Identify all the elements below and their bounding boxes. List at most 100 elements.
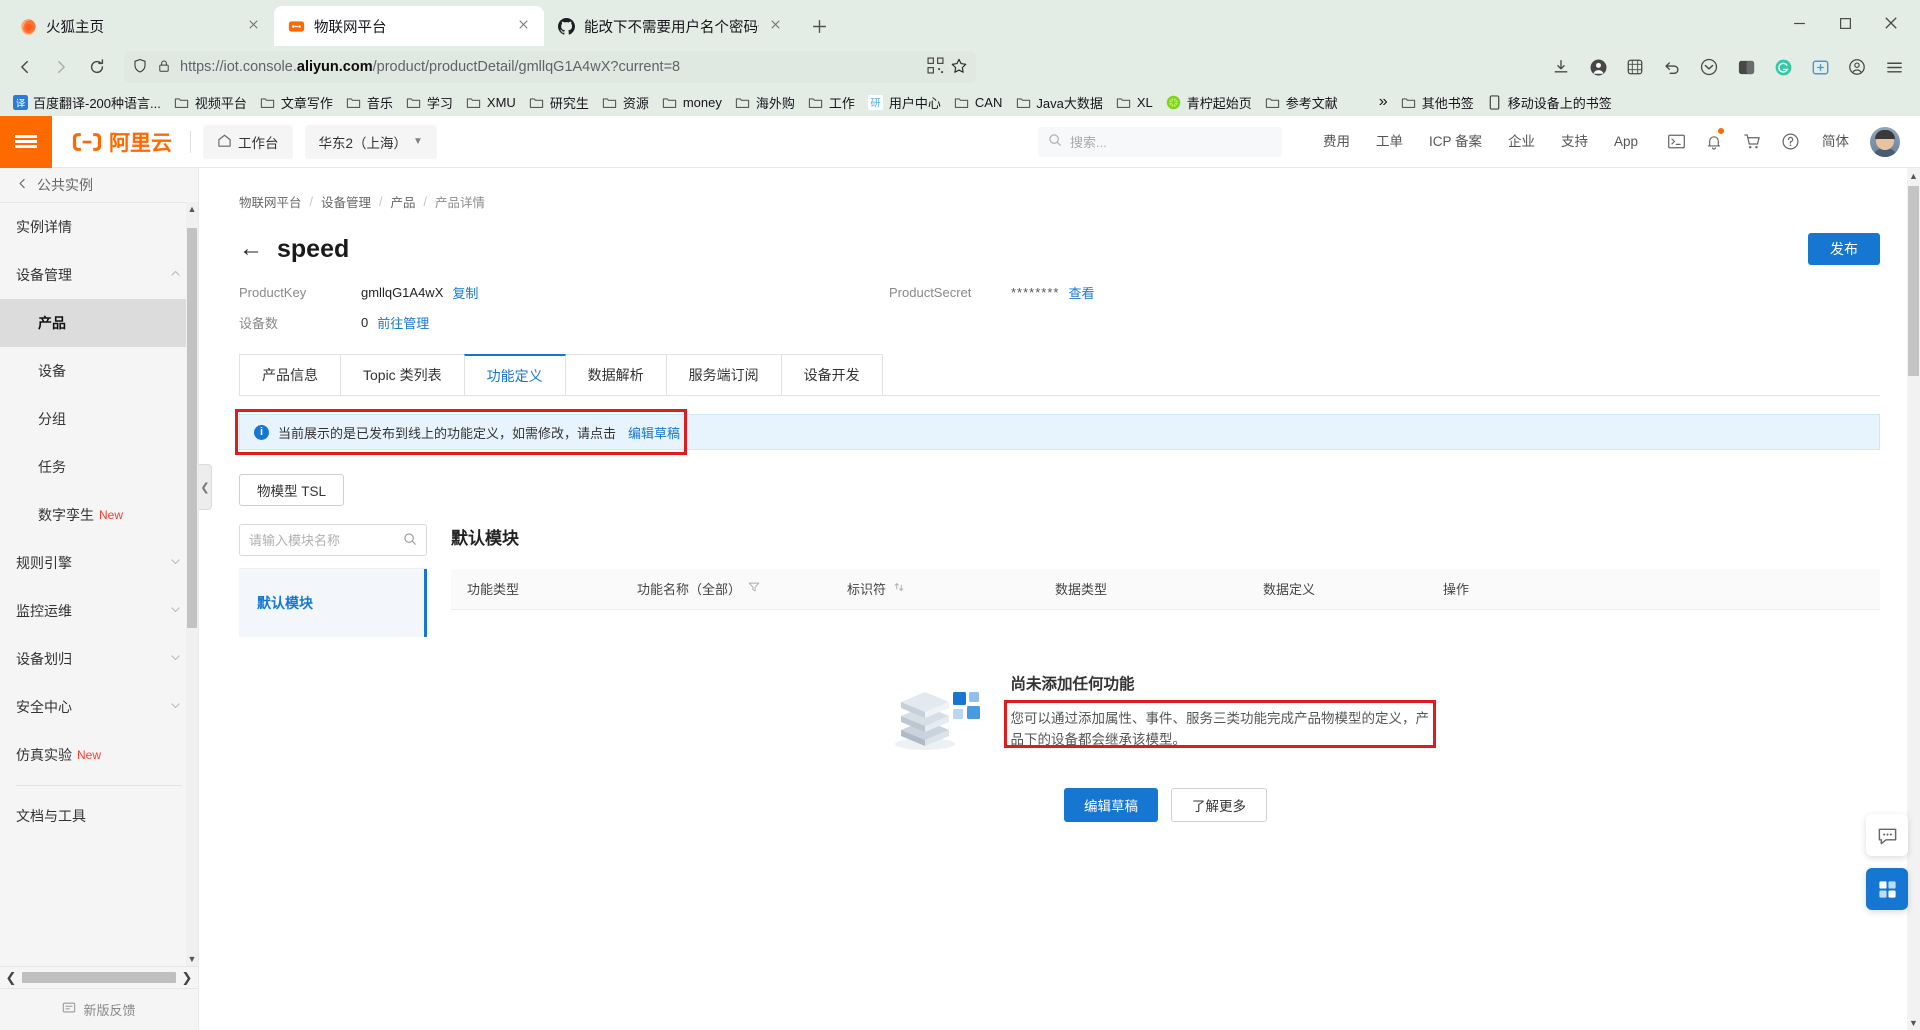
close-icon[interactable]: [768, 17, 786, 35]
bookmark-item[interactable]: 视频平台: [168, 90, 253, 115]
tab-topic-list[interactable]: Topic 类列表: [340, 354, 465, 395]
sidebar-collapse-handle[interactable]: ❮: [199, 464, 212, 510]
page-vertical-scrollbar[interactable]: ▲ ▼: [1907, 168, 1920, 1030]
scroll-thumb[interactable]: [22, 972, 176, 983]
shield-icon[interactable]: [132, 58, 148, 77]
bookmark-item[interactable]: 文章写作: [254, 90, 339, 115]
nav-ticket[interactable]: 工单: [1363, 116, 1416, 168]
sidebar-item-simulation[interactable]: 仿真实验 New: [0, 731, 198, 779]
new-tab-button[interactable]: [802, 9, 836, 43]
close-icon[interactable]: [246, 17, 264, 35]
minimize-button[interactable]: [1776, 3, 1822, 43]
tab-server-subscription[interactable]: 服务端订阅: [665, 354, 782, 395]
scroll-down-button[interactable]: ▼: [1907, 1015, 1920, 1030]
tab-device-development[interactable]: 设备开发: [780, 354, 883, 395]
breadcrumb-product[interactable]: 产品: [391, 192, 416, 211]
grammarly-icon[interactable]: [1765, 51, 1801, 83]
breadcrumb-iot-platform[interactable]: 物联网平台: [239, 192, 302, 211]
tab-function-definition[interactable]: 功能定义: [463, 354, 566, 395]
th-identifier[interactable]: 标识符: [831, 569, 1039, 610]
sidebar-item-instance-detail[interactable]: 实例详情: [0, 203, 198, 251]
sidebar-item-digital-twin[interactable]: 数字孪生 New: [0, 491, 198, 539]
close-window-button[interactable]: [1868, 3, 1914, 43]
nav-app[interactable]: App: [1601, 116, 1651, 168]
workbench-button[interactable]: 工作台: [203, 124, 293, 159]
scroll-right-button[interactable]: ❯: [180, 970, 194, 986]
bookmark-item[interactable]: 资源: [596, 90, 655, 115]
bookmarks-overflow-button[interactable]: »: [1373, 90, 1394, 114]
scroll-thumb[interactable]: [1908, 186, 1919, 376]
bookmark-item[interactable]: 工作: [802, 90, 861, 115]
edit-draft-link[interactable]: 编辑草稿: [628, 423, 680, 442]
bookmark-star-icon[interactable]: [950, 57, 968, 78]
go-to-manage-link[interactable]: 前往管理: [377, 313, 429, 332]
language-selector[interactable]: 简体: [1809, 116, 1862, 168]
hamburger-icon[interactable]: [0, 115, 52, 168]
view-secret-link[interactable]: 查看: [1068, 283, 1094, 302]
qr-code-icon[interactable]: [927, 57, 944, 77]
cart-icon[interactable]: [1733, 116, 1771, 168]
bookmark-other-folder[interactable]: 其他书签: [1395, 90, 1480, 115]
forward-button[interactable]: [44, 51, 78, 83]
search-icon[interactable]: [403, 532, 417, 549]
tsl-model-button[interactable]: 物模型 TSL: [239, 474, 345, 506]
feedback-button[interactable]: 新版反馈: [0, 988, 198, 1030]
sort-icon[interactable]: [893, 581, 905, 596]
clipper-icon[interactable]: [1802, 51, 1838, 83]
downloads-icon[interactable]: [1543, 51, 1579, 83]
bookmark-item[interactable]: XMU: [460, 91, 522, 113]
nav-support[interactable]: 支持: [1548, 116, 1601, 168]
terminal-icon[interactable]: [1657, 116, 1695, 168]
learn-more-button[interactable]: 了解更多: [1171, 787, 1267, 822]
back-arrow-icon[interactable]: ←: [239, 237, 263, 261]
bookmark-item[interactable]: 译 百度翻译-200种语言...: [6, 90, 167, 115]
tab-product-info[interactable]: 产品信息: [239, 354, 341, 395]
sidebar-vertical-scrollbar[interactable]: ▲ ▼: [186, 202, 198, 966]
region-selector[interactable]: 华东2（上海） ▼: [304, 124, 437, 159]
bookmark-item[interactable]: 参考文献: [1259, 90, 1344, 115]
global-search[interactable]: 搜索...: [1037, 126, 1282, 157]
aliyun-logo[interactable]: 阿里云: [52, 127, 190, 157]
tab-data-parsing[interactable]: 数据解析: [564, 354, 667, 395]
bookmark-item[interactable]: Java大数据: [1009, 90, 1108, 115]
account-icon[interactable]: [1580, 51, 1616, 83]
bookmark-item[interactable]: XL: [1110, 91, 1159, 113]
sidebar-item-security-center[interactable]: 安全中心: [0, 683, 198, 731]
apps-icon[interactable]: [1866, 868, 1908, 910]
scroll-up-button[interactable]: ▲: [1907, 168, 1920, 183]
search-input[interactable]: [249, 532, 397, 548]
bookmark-item[interactable]: CAN: [948, 91, 1008, 113]
sidebar-item-device[interactable]: 设备: [0, 347, 198, 395]
bookmark-item[interactable]: 研究生: [523, 90, 595, 115]
edit-draft-button[interactable]: 编辑草稿: [1064, 787, 1158, 822]
bookmark-item[interactable]: 研 用户中心: [862, 90, 947, 115]
extension-icon[interactable]: [1728, 51, 1764, 83]
instance-header[interactable]: 公共实例: [0, 168, 198, 202]
nav-enterprise[interactable]: 企业: [1495, 116, 1548, 168]
sidebar-item-device-management[interactable]: 设备管理: [0, 251, 198, 299]
nav-icp[interactable]: ICP 备案: [1416, 116, 1495, 168]
reload-button[interactable]: [80, 51, 114, 83]
sidebar-item-task[interactable]: 任务: [0, 443, 198, 491]
sidebar-item-device-assignment[interactable]: 设备划归: [0, 635, 198, 683]
scroll-up-button[interactable]: ▲: [186, 202, 198, 216]
maximize-button[interactable]: [1822, 3, 1868, 43]
lock-icon[interactable]: [157, 59, 171, 76]
chat-icon[interactable]: [1866, 814, 1908, 856]
pocket-icon[interactable]: [1691, 51, 1727, 83]
url-bar[interactable]: https://iot.console.aliyun.com/product/p…: [124, 51, 976, 83]
sidebar-item-monitoring[interactable]: 监控运维: [0, 587, 198, 635]
nav-fee[interactable]: 费用: [1310, 116, 1363, 168]
bookmark-item[interactable]: 海外购: [729, 90, 801, 115]
scroll-thumb[interactable]: [187, 228, 197, 628]
sidebar-item-group[interactable]: 分组: [0, 395, 198, 443]
publish-button[interactable]: 发布: [1808, 233, 1880, 265]
sidebar-item-rule-engine[interactable]: 规则引擎: [0, 539, 198, 587]
breadcrumb-device-management[interactable]: 设备管理: [321, 192, 371, 211]
bookmark-item[interactable]: money: [656, 91, 728, 113]
bell-icon[interactable]: [1695, 116, 1733, 168]
back-button[interactable]: [8, 51, 42, 83]
module-item-default[interactable]: 默认模块: [239, 569, 427, 637]
screenshot-icon[interactable]: [1617, 51, 1653, 83]
scroll-down-button[interactable]: ▼: [186, 952, 198, 966]
